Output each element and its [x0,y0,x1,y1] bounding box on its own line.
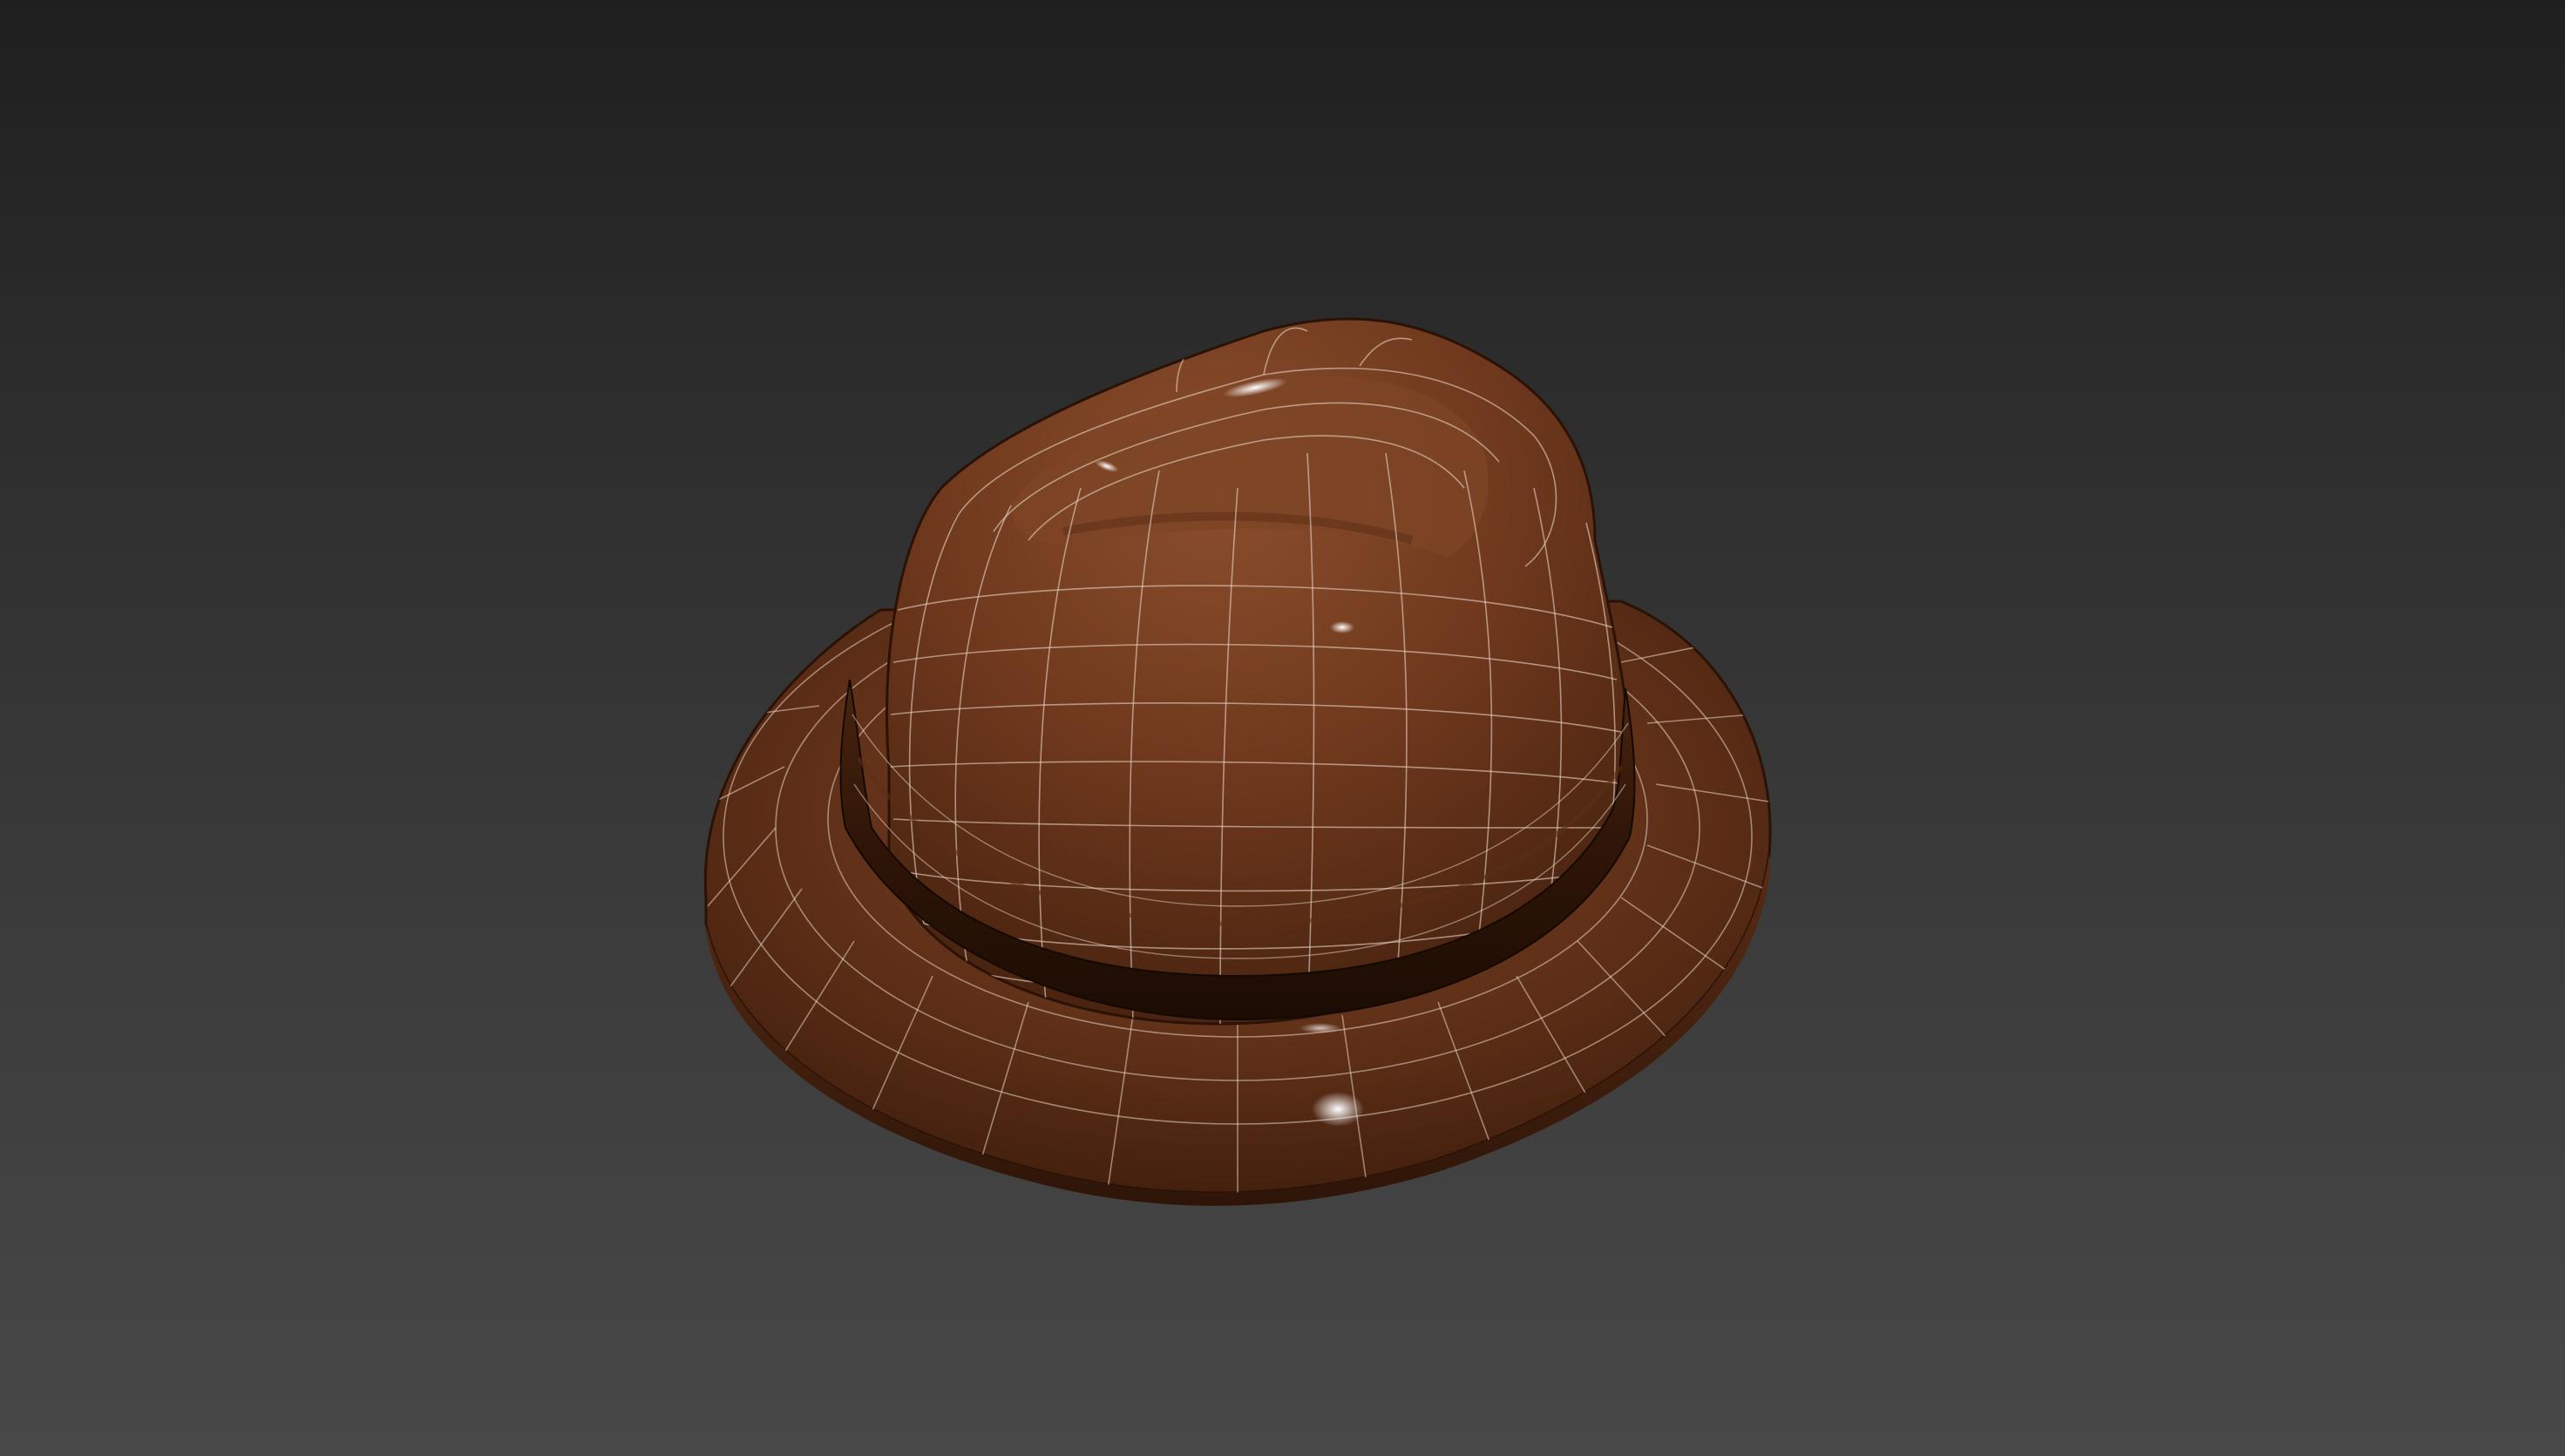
3d-viewport[interactable] [0,0,2565,1456]
hat-model[interactable] [0,0,2565,1456]
